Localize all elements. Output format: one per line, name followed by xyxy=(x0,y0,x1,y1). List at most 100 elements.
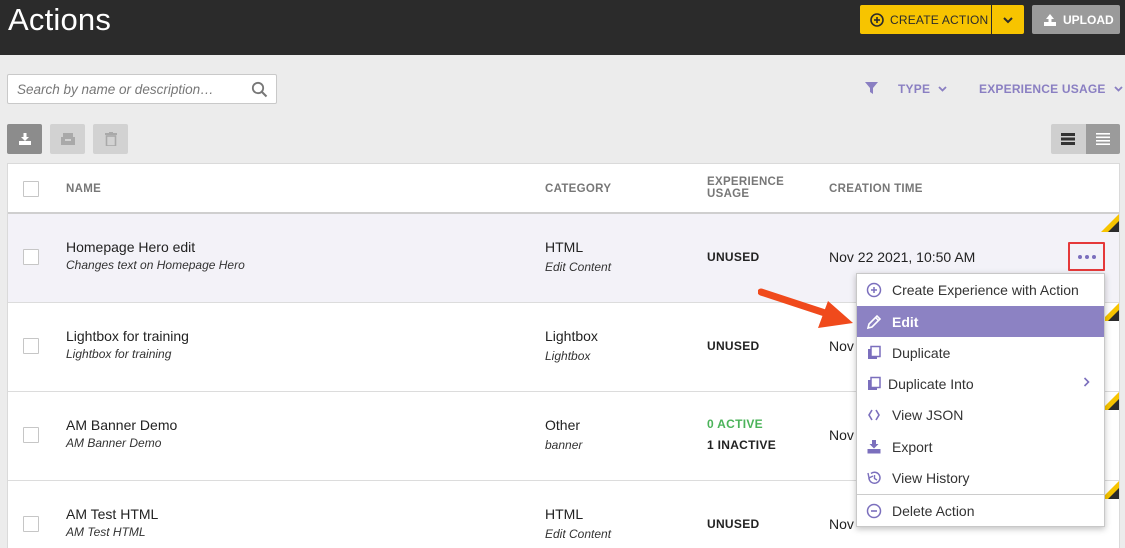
more-actions-button[interactable] xyxy=(1068,242,1105,271)
action-subcategory: Lightbox xyxy=(545,349,591,363)
row-checkbox[interactable] xyxy=(23,249,39,265)
column-header-experience-usage[interactable]: EXPERIENCE USAGE xyxy=(707,176,784,200)
action-category: HTML xyxy=(545,506,584,522)
chevron-right-icon xyxy=(1083,377,1090,387)
list-view-icon xyxy=(1061,133,1076,145)
action-subcategory: banner xyxy=(545,438,583,452)
chevron-down-icon xyxy=(1113,86,1123,92)
menu-item-view-history[interactable]: View History xyxy=(857,462,1104,493)
history-icon xyxy=(865,469,883,487)
menu-item-edit[interactable]: Edit xyxy=(857,306,1104,337)
trash-icon xyxy=(104,132,117,146)
column-header-creation-time[interactable]: CREATION TIME xyxy=(829,183,923,195)
column-header-name[interactable]: NAME xyxy=(66,183,101,195)
duplicate-icon xyxy=(865,344,883,362)
plus-circle-icon xyxy=(865,281,883,299)
delete-button[interactable] xyxy=(93,124,128,154)
menu-item-label: View JSON xyxy=(892,406,964,423)
action-subcategory: Edit Content xyxy=(545,527,612,541)
upload-label: UPLOAD xyxy=(1063,12,1114,27)
export-icon xyxy=(865,438,883,456)
action-description: Lightbox for training xyxy=(66,347,172,361)
creation-time: Nov xyxy=(829,338,854,354)
menu-item-create-experience[interactable]: Create Experience with Action xyxy=(857,274,1104,305)
row-actions-menu: Create Experience with Action Edit Dupli… xyxy=(856,273,1105,527)
creation-time: Nov xyxy=(829,427,854,443)
action-description: AM Test HTML xyxy=(66,525,146,539)
more-dot xyxy=(1091,254,1096,259)
pencil-icon xyxy=(865,313,883,331)
corner-flag-icon xyxy=(1101,214,1119,232)
experience-usage: UNUSED xyxy=(707,250,760,264)
compact-list-icon xyxy=(1095,133,1110,145)
upload-button[interactable]: UPLOAD xyxy=(1032,5,1120,34)
type-filter[interactable]: TYPE xyxy=(898,82,947,96)
export-icon xyxy=(18,133,31,145)
select-all-checkbox[interactable] xyxy=(23,181,39,197)
menu-item-label: Create Experience with Action xyxy=(892,281,1079,298)
action-name[interactable]: Homepage Hero edit xyxy=(66,239,195,255)
experience-usage: UNUSED xyxy=(707,339,760,353)
search-input[interactable] xyxy=(8,75,238,103)
experience-usage-filter[interactable]: EXPERIENCE USAGE xyxy=(979,82,1123,96)
menu-item-label: Duplicate Into xyxy=(888,375,974,392)
creation-time: Nov 22 2021, 10:50 AM xyxy=(829,249,976,265)
column-header-usage-line1: EXPERIENCE xyxy=(707,176,785,188)
create-action-dropdown-button[interactable] xyxy=(992,5,1024,34)
action-category: HTML xyxy=(545,239,584,255)
menu-item-label: Duplicate xyxy=(892,344,951,361)
annotation-arrow xyxy=(758,288,853,328)
code-braces-icon xyxy=(865,406,883,424)
menu-item-export[interactable]: Export xyxy=(857,431,1104,462)
column-header-category[interactable]: CATEGORY xyxy=(545,183,611,195)
menu-item-duplicate-into[interactable]: Duplicate Into xyxy=(857,368,1104,399)
action-description: Changes text on Homepage Hero xyxy=(66,258,245,272)
row-checkbox[interactable] xyxy=(23,427,39,443)
action-name[interactable]: Lightbox for training xyxy=(66,328,189,344)
create-action-label: CREATE ACTION xyxy=(890,12,989,27)
minus-circle-icon xyxy=(865,502,883,520)
compact-view-button[interactable] xyxy=(1085,124,1120,154)
upload-icon xyxy=(1044,13,1056,26)
column-header-usage-line2: USAGE xyxy=(707,188,750,200)
export-button[interactable] xyxy=(7,124,42,154)
action-name[interactable]: AM Banner Demo xyxy=(66,417,177,433)
page-title: Actions xyxy=(8,2,112,37)
create-action-button[interactable]: CREATE ACTION xyxy=(860,5,991,34)
action-category: Lightbox xyxy=(545,328,598,344)
filter-icon xyxy=(865,82,878,94)
more-dot xyxy=(1084,254,1089,259)
view-toggle xyxy=(1051,124,1120,154)
top-bar: Actions CREATE ACTION UPLOAD xyxy=(0,0,1125,55)
search-box xyxy=(7,74,277,104)
chevron-down-icon xyxy=(1003,16,1013,23)
action-subcategory: Edit Content xyxy=(545,260,612,274)
row-checkbox[interactable] xyxy=(23,516,39,532)
menu-item-label: View History xyxy=(892,469,970,486)
menu-item-label: Edit xyxy=(892,313,919,330)
menu-item-label: Delete Action xyxy=(892,502,975,519)
type-filter-label: TYPE xyxy=(898,82,931,96)
menu-item-duplicate[interactable]: Duplicate xyxy=(857,337,1104,368)
menu-item-delete-action[interactable]: Delete Action xyxy=(857,495,1104,526)
table-header: NAME CATEGORY EXPERIENCE USAGE CREATION … xyxy=(8,164,1119,214)
inactive-count[interactable]: 1 INACTIVE xyxy=(707,438,776,452)
search-icon[interactable] xyxy=(251,81,268,98)
action-name[interactable]: AM Test HTML xyxy=(66,506,158,522)
duplicate-into-icon xyxy=(865,375,883,393)
active-count[interactable]: 0 ACTIVE xyxy=(707,417,763,431)
menu-item-view-json[interactable]: View JSON xyxy=(857,399,1104,430)
chevron-down-icon xyxy=(938,86,947,92)
comfortable-view-button[interactable] xyxy=(1051,124,1086,154)
experience-usage: UNUSED xyxy=(707,517,760,531)
archive-icon xyxy=(60,133,75,145)
creation-time: Nov xyxy=(829,516,854,532)
plus-circle-icon xyxy=(870,12,884,27)
menu-item-label: Export xyxy=(892,438,933,455)
experience-usage-filter-label: EXPERIENCE USAGE xyxy=(979,82,1106,96)
action-description: AM Banner Demo xyxy=(66,436,162,450)
archive-button[interactable] xyxy=(50,124,85,154)
action-category: Other xyxy=(545,417,581,433)
row-checkbox[interactable] xyxy=(23,338,39,354)
more-dot xyxy=(1077,254,1082,259)
